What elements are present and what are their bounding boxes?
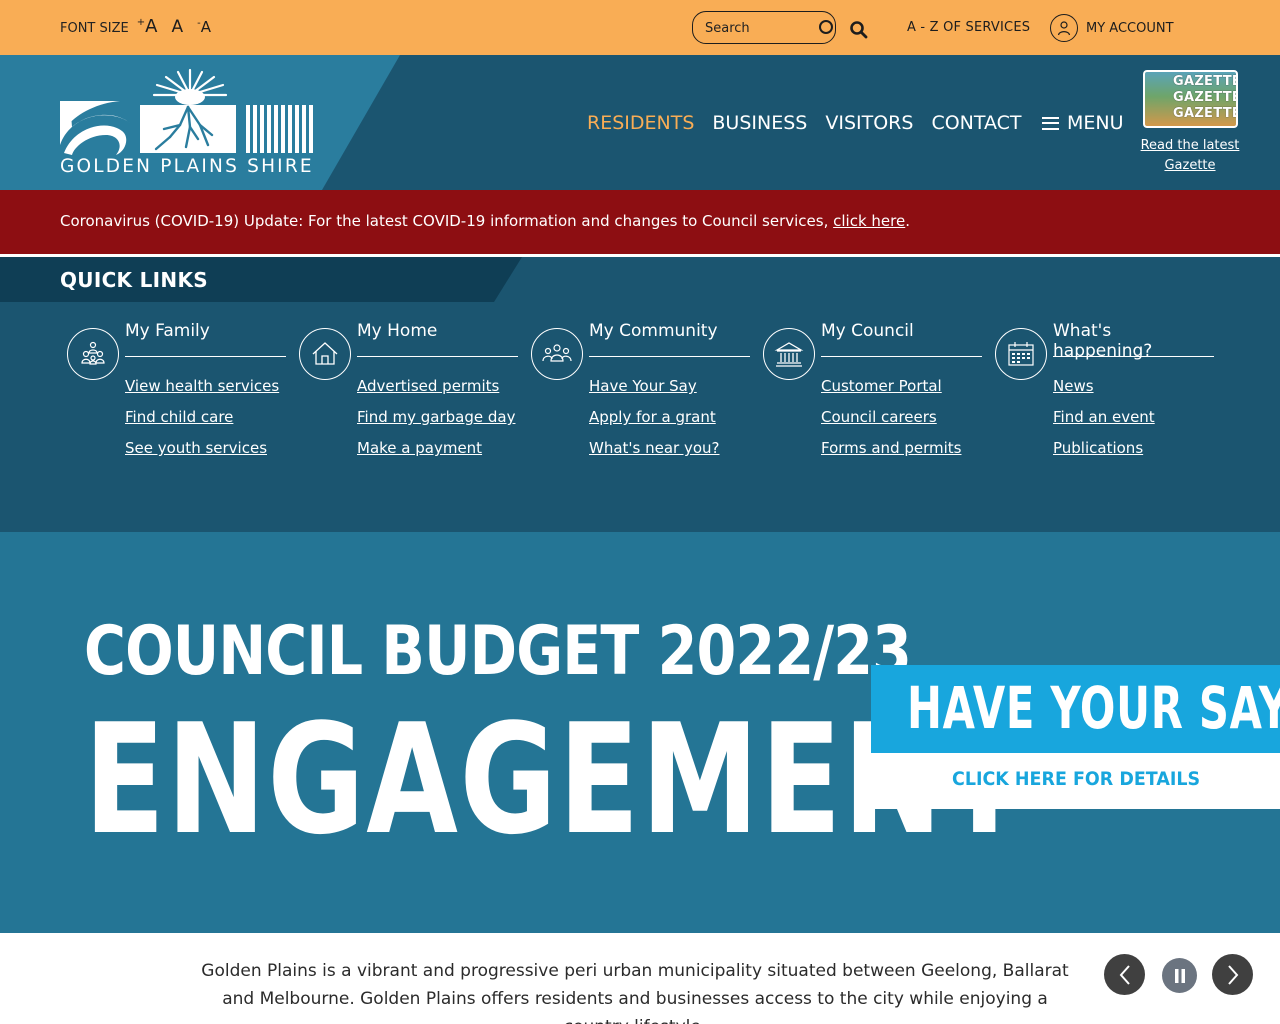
quick-links-list: Advertised permits Find my garbage day M… — [357, 377, 515, 470]
list-item: Customer Portal — [821, 377, 962, 408]
list-item: Forms and permits — [821, 439, 962, 470]
quick-link[interactable]: News — [1053, 377, 1094, 395]
quick-links-list: View health services Find child care See… — [125, 377, 279, 470]
font-increase-button[interactable]: +A — [137, 16, 158, 37]
search-field-ring-icon — [819, 20, 833, 34]
list-item: Publications — [1053, 439, 1155, 470]
covid-alert-banner: Coronavirus (COVID-19) Update: For the l… — [0, 190, 1280, 254]
nav-residents[interactable]: RESIDENTS — [587, 112, 694, 134]
gazette-thumbnail-title: GAZETTE — [1173, 90, 1238, 105]
home-icon — [299, 328, 351, 380]
quick-links-heading: My Council — [821, 321, 982, 357]
font-decrease-button[interactable]: -A — [197, 18, 211, 36]
user-icon — [1050, 14, 1078, 42]
carousel-pause-button[interactable] — [1162, 958, 1197, 993]
have-your-say-badge: HAVE YOUR SAY — [871, 665, 1280, 753]
quick-links-heading: My Family — [125, 321, 286, 357]
quick-links-section: QUICK LINKS My Family View health servic… — [0, 257, 1280, 532]
menu-button[interactable]: MENU — [1042, 112, 1124, 134]
quick-links-heading: What's happening? — [1053, 321, 1214, 361]
list-item: Apply for a grant — [589, 408, 720, 439]
search-box — [692, 11, 836, 44]
logo-wordmark: GOLDEN PLAINS SHIRE — [60, 156, 314, 177]
quick-links-title: QUICK LINKS — [60, 268, 208, 292]
quick-links-list: News Find an event Publications — [1053, 377, 1155, 470]
quick-links-heading: My Home — [357, 321, 518, 357]
hero-banner[interactable]: COUNCIL BUDGET 2022/23 ENGAGEMENT HAVE Y… — [0, 532, 1280, 933]
my-account-link[interactable]: MY ACCOUNT — [1050, 14, 1174, 42]
quick-link[interactable]: Have Your Say — [589, 377, 697, 395]
menu-label: MENU — [1067, 112, 1124, 134]
intro-text: Golden Plains is a vibrant and progressi… — [201, 961, 1069, 1024]
quick-links-heading: My Community — [589, 321, 750, 357]
quick-link[interactable]: Find my garbage day — [357, 408, 515, 426]
list-item: Have Your Say — [589, 377, 720, 408]
quick-link[interactable]: Find child care — [125, 408, 233, 426]
gazette-thumbnail-title: GAZETTE — [1173, 106, 1238, 121]
search-icon[interactable] — [849, 20, 869, 40]
quick-link[interactable]: Advertised permits — [357, 377, 499, 395]
nav-business[interactable]: BUSINESS — [712, 112, 807, 134]
gazette-thumbnail-title: GAZETTE — [1173, 74, 1238, 89]
list-item: Council careers — [821, 408, 962, 439]
font-size-label: FONT SIZE — [60, 21, 129, 36]
list-item: What's near you? — [589, 439, 720, 470]
quick-link[interactable]: Publications — [1053, 439, 1143, 457]
list-item: Advertised permits — [357, 377, 515, 408]
font-normal-button[interactable]: A — [171, 17, 183, 37]
list-item: See youth services — [125, 439, 279, 470]
chevron-right-icon — [1227, 964, 1238, 985]
carousel-next-button[interactable] — [1212, 954, 1253, 995]
font-size-controls: FONT SIZE +A A -A — [60, 16, 211, 37]
nav-visitors[interactable]: VISITORS — [825, 112, 913, 134]
family-icon — [67, 328, 119, 380]
list-item: View health services — [125, 377, 279, 408]
gazette-link[interactable]: Read the latest Gazette — [1140, 136, 1240, 176]
search-input[interactable] — [705, 18, 813, 38]
have-your-say-text: HAVE YOUR SAY — [907, 674, 1280, 742]
nav-contact[interactable]: CONTACT — [931, 112, 1021, 134]
hero-title: COUNCIL BUDGET 2022/23 — [84, 612, 912, 691]
quick-link[interactable]: Make a payment — [357, 439, 482, 457]
a-z-services-link[interactable]: A - Z OF SERVICES — [907, 20, 1030, 35]
list-item: Find child care — [125, 408, 279, 439]
list-item: Make a payment — [357, 439, 515, 470]
gazette-thumbnail[interactable]: GAZETTE GAZETTE GAZETTE — [1143, 70, 1238, 128]
quick-links-list: Customer Portal Council careers Forms an… — [821, 377, 962, 470]
quick-link[interactable]: View health services — [125, 377, 279, 395]
council-building-icon — [763, 328, 815, 380]
site-header: GOLDEN PLAINS SHIRE RESIDENTS BUSINESS V… — [0, 55, 1280, 190]
hamburger-icon — [1042, 116, 1059, 130]
utility-bar: FONT SIZE +A A -A A - Z OF SERVICES MY A… — [0, 0, 1280, 55]
main-nav: RESIDENTS BUSINESS VISITORS CONTACT — [587, 112, 1022, 134]
covid-click-here-link[interactable]: click here — [833, 212, 905, 230]
quick-link[interactable]: Council careers — [821, 408, 937, 426]
covid-alert-text: Coronavirus (COVID-19) Update: For the l… — [60, 212, 910, 230]
hero-cta-button[interactable]: CLICK HERE FOR DETAILS — [871, 753, 1280, 809]
quick-link[interactable]: What's near you? — [589, 439, 720, 457]
community-icon — [531, 328, 583, 380]
calendar-icon — [995, 328, 1047, 380]
carousel-prev-button[interactable] — [1104, 954, 1145, 995]
quick-link[interactable]: Customer Portal — [821, 377, 942, 395]
quick-link[interactable]: Find an event — [1053, 408, 1155, 426]
quick-link[interactable]: See youth services — [125, 439, 267, 457]
chevron-left-icon — [1119, 964, 1130, 985]
quick-link[interactable]: Forms and permits — [821, 439, 962, 457]
list-item: Find my garbage day — [357, 408, 515, 439]
hero-cta-label: CLICK HERE FOR DETAILS — [952, 768, 1201, 790]
list-item: Find an event — [1053, 408, 1155, 439]
quick-links-list: Have Your Say Apply for a grant What's n… — [589, 377, 720, 470]
pause-icon — [1174, 968, 1185, 983]
list-item: News — [1053, 377, 1155, 408]
my-account-label: MY ACCOUNT — [1086, 20, 1174, 36]
quick-link[interactable]: Apply for a grant — [589, 408, 716, 426]
